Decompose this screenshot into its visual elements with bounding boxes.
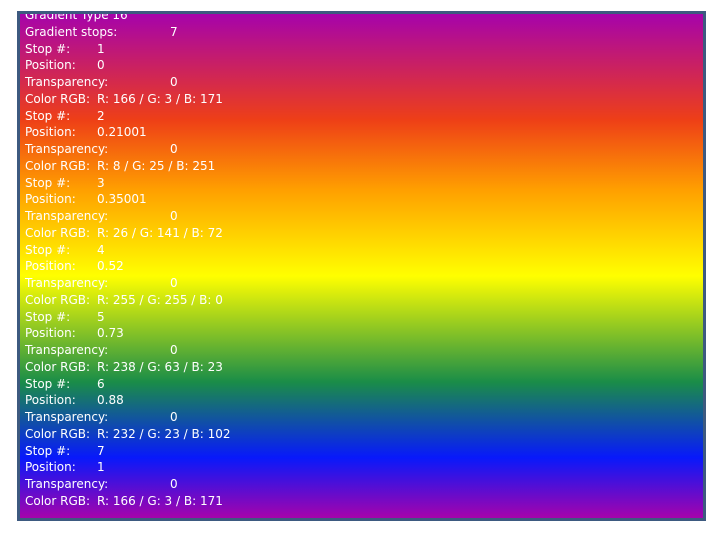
info-label: Transparency: (25, 209, 109, 223)
info-value: 0.21001 (97, 125, 147, 140)
info-value: 1 (97, 41, 105, 56)
info-label: Transparency: (25, 142, 109, 156)
info-label: Stop #: (25, 108, 71, 123)
info-value: R: 232 / G: 23 / B: 102 (97, 426, 231, 441)
info-label: Color RGB: (25, 225, 91, 240)
info-label: Position: (25, 326, 76, 341)
info-value: 1 (97, 460, 105, 475)
info-label: Color RGB: (25, 426, 91, 441)
info-value: 3 (97, 175, 105, 190)
info-label: Position: (25, 460, 76, 475)
info-value: 6 (97, 376, 105, 391)
info-label: Position: (25, 393, 76, 408)
info-value: R: 238 / G: 63 / B: 23 (97, 359, 223, 374)
info-label: Transparency: (25, 276, 109, 290)
info-value: R: 166 / G: 3 / B: 171 (97, 91, 223, 106)
info-value: R: 8 / G: 25 / B: 251 (97, 158, 216, 173)
info-label: Gradient Type 16 (25, 11, 128, 22)
info-value: 0 (170, 410, 178, 424)
info-value: 0 (170, 142, 178, 156)
info-label: Color RGB: (25, 91, 91, 106)
info-label: Position: (25, 58, 76, 73)
info-label: Stop #: (25, 175, 71, 190)
gradient-slide: Gradient Type 16 Gradient stops: 7 Stop #: 1… (17, 11, 706, 521)
info-label: Transparency: (25, 410, 109, 424)
info-value: R: 255 / G: 255 / B: 0 (97, 292, 223, 307)
info-label: Position: (25, 259, 76, 274)
info-value: R: 26 / G: 141 / B: 72 (97, 225, 223, 240)
info-label: Transparency: (25, 343, 109, 357)
info-label: Transparency: (25, 477, 109, 491)
info-label: Color RGB: (25, 359, 91, 374)
info-value: 0.35001 (97, 192, 147, 207)
info-value: R: 166 / G: 3 / B: 171 (97, 493, 223, 508)
info-label: Stop #: (25, 376, 71, 391)
info-value: 0 (97, 58, 105, 73)
info-label: Position: (25, 125, 76, 140)
info-value: 0.88 (97, 393, 124, 408)
info-label: Color RGB: (25, 158, 91, 173)
info-value: 4 (97, 242, 105, 257)
info-value: 0 (170, 209, 178, 223)
info-value: 0 (170, 75, 178, 89)
info-label: Transparency: (25, 75, 109, 89)
info-value: 7 (97, 443, 105, 458)
info-value: 7 (170, 24, 178, 39)
info-value: 0.52 (97, 259, 124, 274)
info-value: 0 (170, 477, 178, 491)
info-label: Stop #: (25, 41, 71, 56)
info-label: Position: (25, 192, 76, 207)
info-label: Color RGB: (25, 292, 91, 307)
info-label: Color RGB: (25, 493, 91, 508)
info-label: Stop #: (25, 309, 71, 324)
info-label: Gradient stops: (25, 24, 118, 39)
info-value: 0.73 (97, 326, 124, 341)
info-value: 0 (170, 343, 178, 357)
info-value: 5 (97, 309, 105, 324)
info-value: 2 (97, 108, 105, 123)
info-label: Stop #: (25, 242, 71, 257)
info-label: Stop #: (25, 443, 71, 458)
info-value: 0 (170, 276, 178, 290)
